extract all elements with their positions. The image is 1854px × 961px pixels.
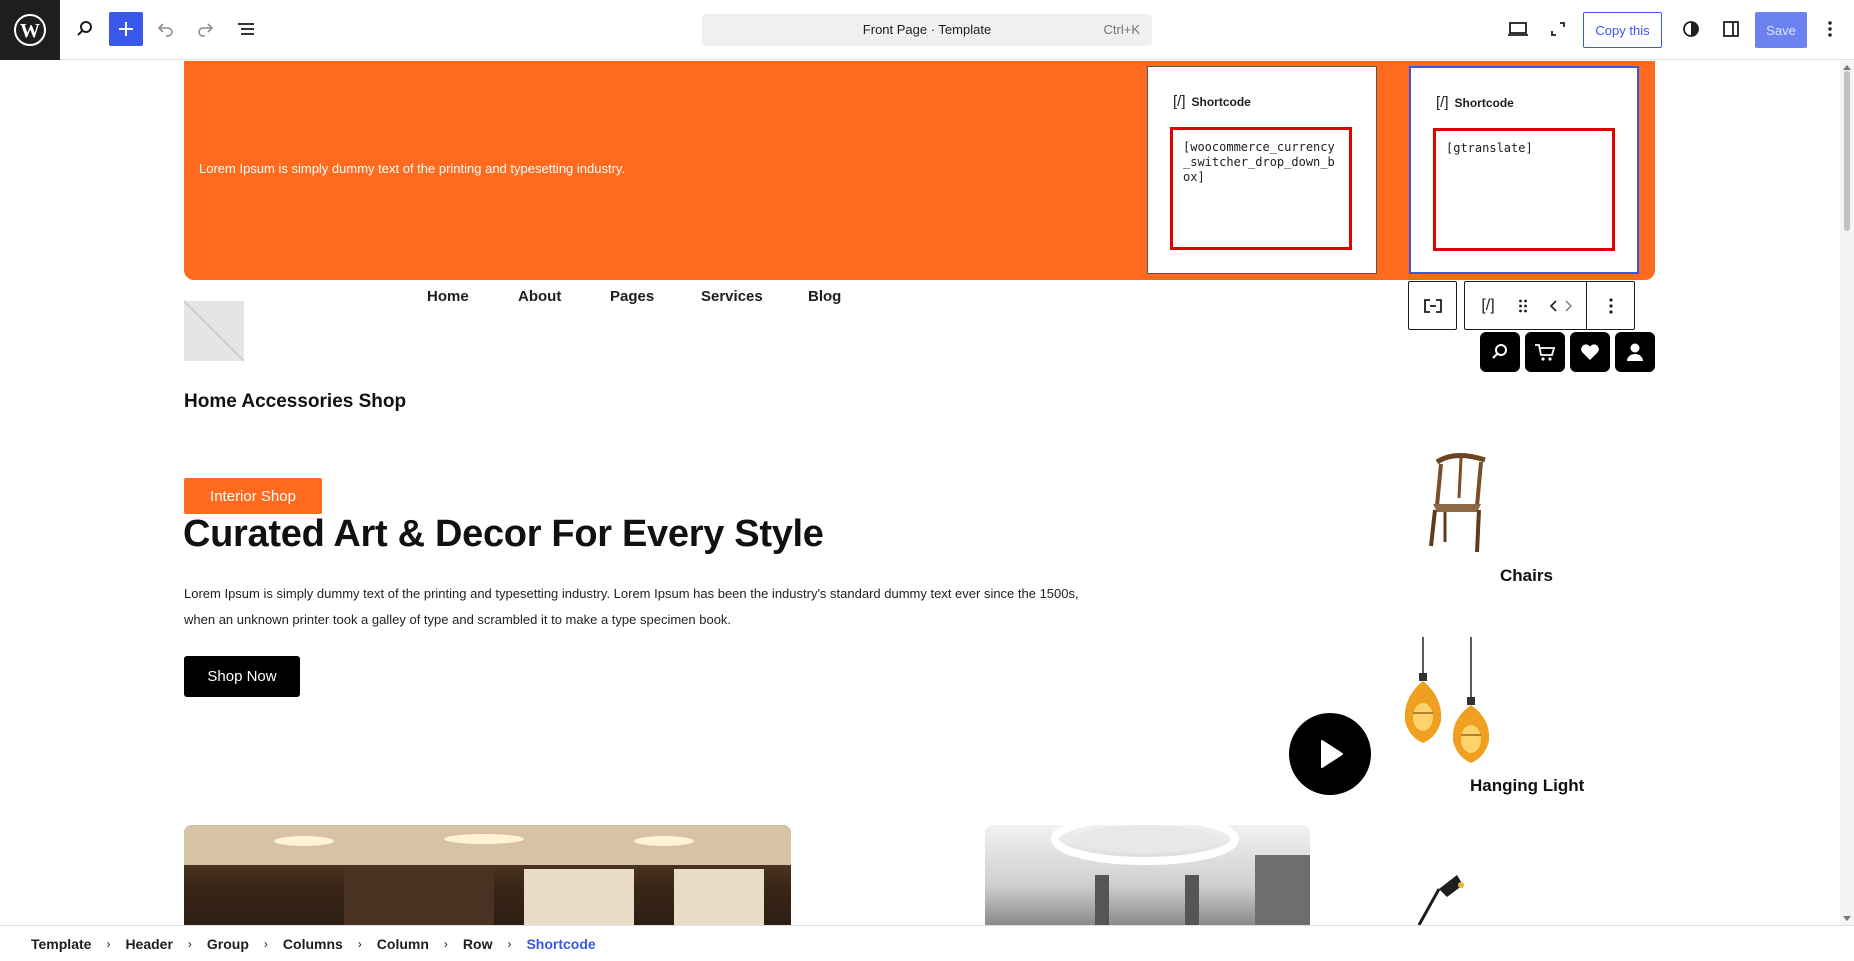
parent-block-icon[interactable] — [1408, 281, 1457, 330]
category-label[interactable]: Hanging Light — [1470, 776, 1584, 796]
undo-icon[interactable] — [149, 12, 183, 46]
chevron-right-icon: › — [443, 936, 448, 951]
nav-item-about[interactable]: About — [518, 288, 561, 305]
shortcode-block-header: [/] Shortcode — [1436, 94, 1514, 111]
breadcrumb-item[interactable]: Column — [377, 936, 429, 952]
document-title: Front Page · Template — [862, 22, 992, 37]
header-top-bar[interactable]: Lorem Ipsum is simply dummy text of the … — [184, 61, 1655, 280]
nav-item-services[interactable]: Services — [701, 288, 763, 305]
shortcode-block-translate[interactable]: [/] Shortcode [gtranslate] — [1409, 66, 1639, 274]
breadcrumb-item-current[interactable]: Shortcode — [526, 936, 595, 952]
shortcode-icon: [/] — [1173, 93, 1186, 110]
chevron-right-icon: › — [507, 936, 512, 951]
hero-text[interactable]: Lorem Ipsum is simply dummy text of the … — [184, 581, 1104, 633]
list-view-icon[interactable] — [229, 12, 263, 46]
shortcode-label: Shortcode — [1191, 94, 1251, 109]
save-button[interactable]: Save — [1755, 12, 1807, 48]
desktop-preview-icon[interactable] — [1501, 12, 1535, 46]
breadcrumb-item[interactable]: Header — [125, 936, 172, 952]
svg-text:W: W — [20, 20, 40, 42]
more-options-icon[interactable] — [1813, 12, 1847, 46]
scroll-up-icon[interactable] — [1843, 65, 1851, 70]
drag-handle-icon[interactable] — [1511, 282, 1535, 329]
site-logo-placeholder[interactable] — [184, 301, 244, 361]
sidebar-icon[interactable] — [1714, 12, 1748, 46]
ceiling-interior-image[interactable] — [985, 825, 1310, 925]
fullscreen-icon[interactable] — [1541, 12, 1575, 46]
hero-heading[interactable]: Curated Art & Decor For Every Style — [183, 513, 824, 556]
scroll-down-icon[interactable] — [1843, 916, 1851, 921]
shortcode-icon: [/] — [1436, 94, 1449, 111]
heart-icon[interactable] — [1570, 332, 1610, 372]
chevron-right-icon: › — [106, 936, 111, 951]
category-label[interactable]: Chairs — [1500, 566, 1553, 586]
wordpress-icon[interactable]: W — [0, 0, 60, 60]
desk-lamp-image[interactable] — [1405, 869, 1475, 925]
breadcrumb-item[interactable]: Template — [31, 936, 91, 952]
cart-icon[interactable] — [1525, 332, 1565, 372]
plus-icon[interactable] — [109, 12, 143, 46]
interior-shop-badge[interactable]: Interior Shop — [184, 478, 322, 514]
more-options-icon[interactable] — [1587, 282, 1634, 329]
style-contrast-icon[interactable] — [1674, 12, 1708, 46]
block-breadcrumb: Template › Header › Group › Columns › Co… — [0, 925, 1854, 961]
chevron-right-icon: › — [357, 936, 362, 951]
shortcode-block-currency[interactable]: [/] Shortcode [woocommerce_currency_swit… — [1147, 66, 1377, 274]
nav-item-blog[interactable]: Blog — [808, 288, 841, 305]
redo-icon[interactable] — [188, 12, 222, 46]
document-title-bar[interactable]: Front Page · Template Ctrl+K — [702, 14, 1152, 46]
nav-item-pages[interactable]: Pages — [610, 288, 654, 305]
search-icon[interactable] — [68, 12, 102, 46]
block-toolbar: [/] — [1464, 281, 1635, 330]
copy-this-button[interactable]: Copy this — [1583, 12, 1662, 48]
search-icon[interactable] — [1480, 332, 1520, 372]
canvas-scrollbar[interactable] — [1840, 61, 1854, 925]
shortcode-input[interactable]: [woocommerce_currency_switcher_drop_down… — [1170, 127, 1352, 250]
shortcode-label: Shortcode — [1454, 95, 1514, 110]
breadcrumb-item[interactable]: Group — [207, 936, 249, 952]
shop-now-button[interactable]: Shop Now — [184, 656, 300, 697]
chevron-right-icon: › — [187, 936, 192, 951]
chair-image[interactable] — [1415, 446, 1495, 556]
play-video-button[interactable] — [1289, 713, 1371, 795]
living-room-image[interactable] — [184, 825, 791, 925]
editor-top-toolbar: W Front Page · Template Ctrl+K Copy this… — [0, 0, 1854, 60]
command-shortcut: Ctrl+K — [1103, 22, 1140, 37]
hanging-light-image[interactable] — [1395, 637, 1505, 769]
shortcode-block-header: [/] Shortcode — [1173, 93, 1251, 110]
breadcrumb-item[interactable]: Row — [463, 936, 493, 952]
breadcrumb-item[interactable]: Columns — [283, 936, 343, 952]
user-icon[interactable] — [1615, 332, 1655, 372]
move-arrows-icon[interactable] — [1535, 282, 1587, 329]
nav-item-home[interactable]: Home — [427, 288, 469, 305]
shortcode-input[interactable]: [gtranslate] — [1433, 128, 1615, 251]
header-top-text: Lorem Ipsum is simply dummy text of the … — [199, 161, 626, 176]
shortcode-icon[interactable]: [/] — [1465, 282, 1511, 329]
editor-canvas: Lorem Ipsum is simply dummy text of the … — [0, 61, 1840, 925]
chevron-right-icon: › — [263, 936, 268, 951]
site-title[interactable]: Home Accessories Shop — [184, 391, 406, 413]
scrollbar-thumb[interactable] — [1844, 71, 1850, 231]
